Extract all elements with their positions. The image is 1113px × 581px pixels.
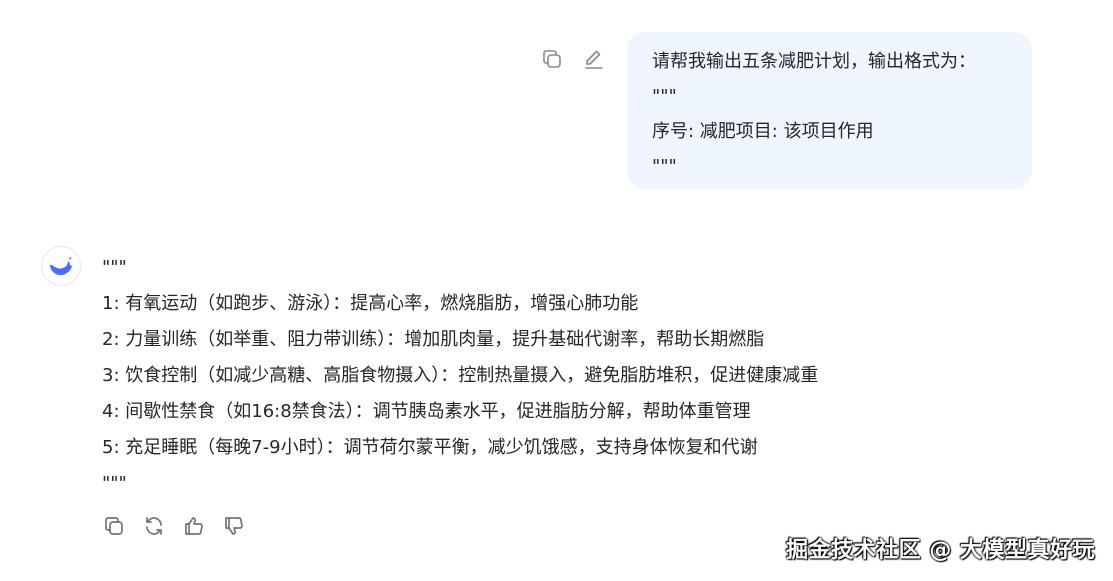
answer-line: 3: 饮食控制（如减少高糖、高脂食物摄入）：控制热量摄入，避免脂肪堆积，促进健康… [102, 365, 819, 386]
answer-line: 5: 充足睡眠（每晚7-9小时）：调节荷尔蒙平衡，减少饥饿感，支持身体恢复和代谢 [102, 437, 758, 458]
user-message-actions [538, 45, 608, 73]
assistant-avatar [41, 246, 81, 286]
user-message-line: """ [652, 86, 677, 107]
thumbs-down-icon[interactable] [220, 512, 248, 540]
user-message-line: 序号: 减肥项目: 该项目作用 [652, 121, 874, 142]
user-message-line: 请帮我输出五条减肥计划，输出格式为： [652, 51, 976, 72]
regenerate-icon[interactable] [140, 512, 168, 540]
watermark: 掘金技术社区 @ 大模型真好玩 [786, 538, 1095, 563]
answer-line: 1: 有氧运动（如跑步、游泳）：提高心率，燃烧脂肪，增强心肺功能 [102, 293, 639, 314]
answer-line: """ [102, 473, 127, 494]
thumbs-up-icon[interactable] [180, 512, 208, 540]
copy-icon[interactable] [100, 512, 128, 540]
answer-actions [100, 512, 248, 540]
answer-line: """ [102, 257, 127, 278]
answer-line: 2: 力量训练（如举重、阻力带训练）：增加肌肉量，提升基础代谢率，帮助长期燃脂 [102, 329, 765, 350]
user-message-line: """ [652, 156, 677, 177]
answer-line: 4: 间歇性禁食（如16:8禁食法）：调节胰岛素水平，促进脂肪分解，帮助体重管理 [102, 401, 751, 422]
user-message-bubble: 请帮我输出五条减肥计划，输出格式为： """ 序号: 减肥项目: 该项目作用 "… [627, 32, 1032, 189]
whale-logo-icon [50, 257, 72, 276]
copy-icon[interactable] [538, 45, 566, 73]
edit-icon[interactable] [580, 45, 608, 73]
assistant-answer: """ 1: 有氧运动（如跑步、游泳）：提高心率，燃烧脂肪，增强心肺功能 2: … [102, 250, 818, 502]
